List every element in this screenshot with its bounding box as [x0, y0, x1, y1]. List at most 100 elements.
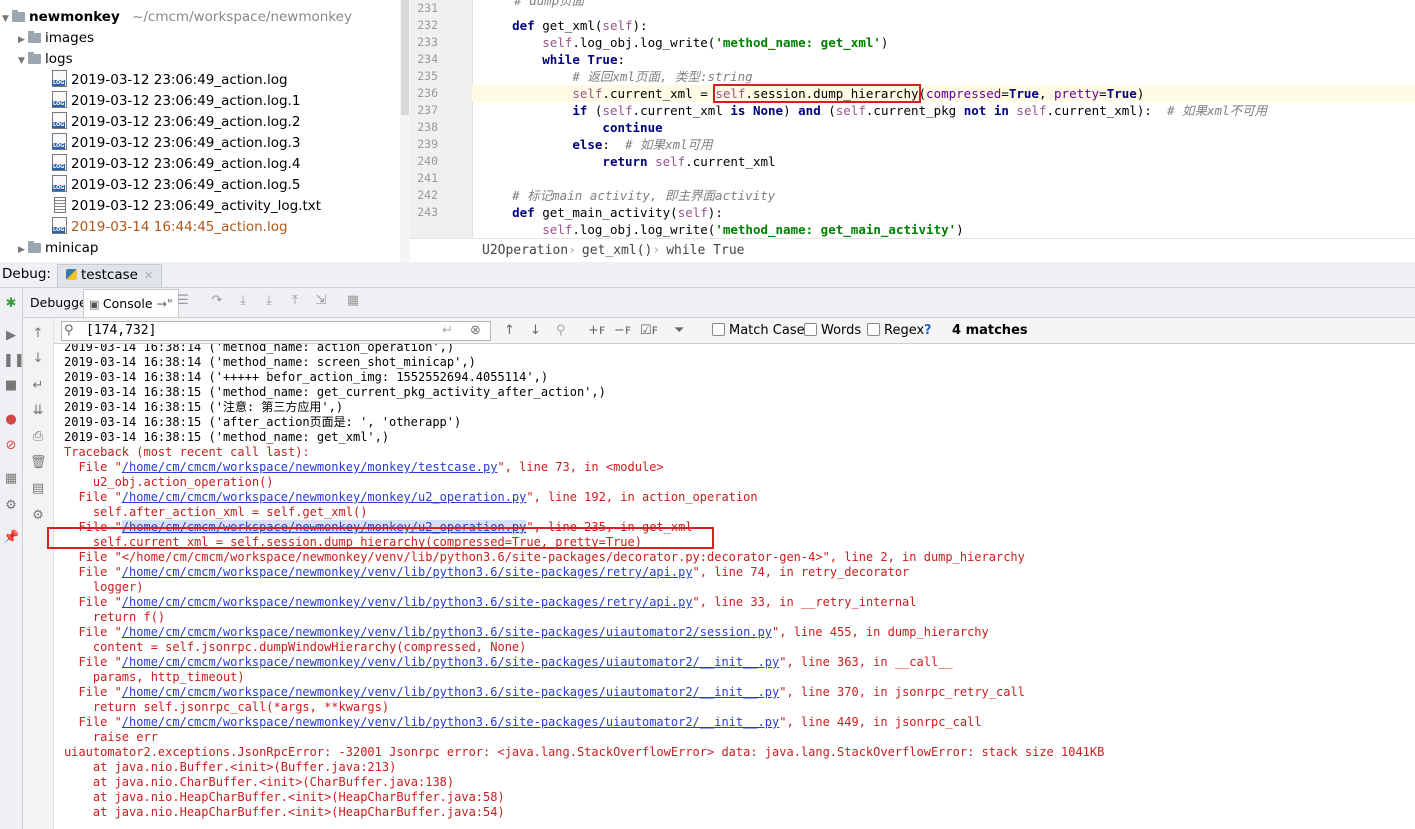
match-case-option[interactable]: Match Case — [712, 318, 805, 343]
enter-icon: ↵ — [442, 323, 453, 338]
tree-item[interactable]: ▶ minicap — [18, 238, 98, 259]
words-option[interactable]: Words — [804, 318, 861, 343]
run-to-cursor-icon[interactable]: ⇲ — [313, 293, 329, 309]
console-icon: ▣ — [89, 298, 103, 311]
file-link[interactable]: /home/cm/cmcm/workspace/newmonkey/venv/l… — [122, 715, 779, 729]
code-line-234[interactable]: while True: — [482, 51, 1415, 68]
code-line-238[interactable]: continue — [482, 119, 1415, 136]
menu-icon[interactable]: ☰ — [175, 293, 191, 309]
print-icon[interactable]: ⎙ — [30, 429, 46, 445]
next-match-icon[interactable]: ↓ — [530, 318, 541, 343]
tree-item[interactable]: ▶ images — [18, 28, 94, 49]
tree-item[interactable]: ▼ logs — [18, 49, 73, 70]
tab-console[interactable]: ▣ Console →" — [83, 289, 179, 317]
breadcrumb-block[interactable]: while True — [666, 243, 744, 258]
chevron-down-icon[interactable]: ▼ — [2, 9, 12, 30]
code-line-233[interactable]: self.log_obj.log_write('method_name: get… — [482, 34, 1415, 51]
console-line: File "</home/cm/cmcm/workspace/newmonkey… — [64, 550, 1025, 564]
tree-item-label: 2019-03-12 23:06:49_action.log.1 — [71, 93, 301, 109]
pause-icon[interactable]: ❚❚ — [3, 353, 25, 369]
chevron-right-icon[interactable]: ▶ — [18, 240, 28, 261]
console-text: File " — [64, 685, 122, 699]
find-all-icon[interactable]: ⚲ — [556, 318, 566, 343]
console-line: self.after_action_xml = self.get_xml() — [64, 505, 368, 519]
code-line-242[interactable]: # 标记main activity, 即主界面activity — [482, 187, 1415, 204]
view-breakpoints-icon[interactable]: ● — [3, 412, 19, 428]
settings-small-icon[interactable]: ⚙ — [30, 508, 46, 524]
step-over-icon[interactable]: ↷ — [209, 293, 225, 309]
code-line-239[interactable]: else: # 如果xml可用 — [482, 136, 1415, 153]
tree-item[interactable]: LOG 2019-03-12 23:06:49_action.log.1 — [52, 91, 300, 112]
code-line-243[interactable]: def get_main_activity(self): — [482, 204, 1415, 221]
tree-item[interactable]: 2019-03-12 23:06:49_activity_log.txt — [52, 196, 321, 217]
step-out-icon[interactable]: ⤒ — [287, 293, 303, 309]
highlight-box: self.session.dump_hierarchy — [713, 84, 921, 103]
chevron-down-icon[interactable]: ▼ — [18, 51, 28, 72]
step-into-my-code-icon[interactable]: ⤓ — [261, 293, 277, 309]
evaluate-icon[interactable]: ▦ — [345, 293, 361, 309]
chevron-right-icon[interactable]: ▶ — [18, 30, 28, 51]
file-link[interactable]: /home/cm/cmcm/workspace/newmonkey/venv/l… — [122, 565, 693, 579]
console-icon[interactable]: ▤ — [30, 481, 46, 497]
console-side-toolbar: ↑ ↓ ↵ ⇊ ⎙ 🗑 ▤ ⚙ — [23, 318, 54, 829]
console-line: File "/home/cm/cmcm/workspace/newmonkey/… — [64, 490, 757, 505]
close-icon[interactable]: ✕ — [144, 269, 153, 282]
previous-match-icon[interactable]: ↑ — [504, 318, 515, 343]
tree-item[interactable]: LOG 2019-03-12 23:06:49_action.log — [52, 70, 288, 91]
soft-wrap-icon[interactable]: ↵ — [30, 378, 46, 394]
tree-scrollbar[interactable] — [400, 0, 410, 262]
words-checkbox[interactable] — [804, 323, 817, 336]
breadcrumb-class[interactable]: U2Operation — [482, 243, 568, 258]
file-link[interactable]: /home/cm/cmcm/workspace/newmonkey/venv/l… — [122, 655, 779, 669]
console-output[interactable]: 2019-03-14 16:38:14 ('method_name: actio… — [54, 344, 1415, 829]
stop-icon[interactable]: ■ — [3, 378, 19, 394]
help-icon[interactable]: ? — [924, 318, 932, 343]
tab-testcase[interactable]: testcase ✕ — [57, 264, 163, 287]
code-editor[interactable]: 231 232 233 234 235 236 237 238 239 240 241 242 243 … — [410, 0, 1415, 238]
settings-icon[interactable]: ⚙ — [3, 498, 19, 514]
console-text: ", line 455, in dump_hierarchy — [772, 625, 989, 639]
clear-search-icon[interactable]: ⊗ — [470, 322, 481, 340]
code-line-232[interactable]: def get_xml(self): — [482, 17, 1415, 34]
tree-item[interactable]: LOG 2019-03-12 23:06:49_action.log.3 — [52, 133, 300, 154]
breadcrumb-method[interactable]: get_xml() — [582, 243, 652, 258]
match-case-checkbox[interactable] — [712, 323, 725, 336]
filter-icon[interactable]: ⏷ — [674, 318, 684, 343]
layout-icon[interactable]: ▦ — [3, 471, 19, 487]
console-line: logger) — [64, 580, 144, 594]
step-into-icon[interactable]: ⤓ — [235, 293, 251, 309]
mute-breakpoints-icon[interactable]: ⊘ — [3, 438, 19, 454]
file-link[interactable]: /home/cm/cmcm/workspace/newmonkey/venv/l… — [122, 685, 779, 699]
regex-option[interactable]: Regex — [867, 318, 924, 343]
up-arrow-icon[interactable]: ↑ — [30, 326, 46, 342]
rerun-debug-icon[interactable]: ✱ — [3, 296, 19, 312]
down-arrow-icon[interactable]: ↓ — [30, 351, 46, 367]
search-input[interactable]: ⚲ [174,732] ↵ ⊗ — [61, 321, 491, 341]
tree-item[interactable]: LOG 2019-03-12 23:06:49_action.log.2 — [52, 112, 300, 133]
tree-item[interactable]: LOG 2019-03-14 16:44:45_action.log — [52, 217, 288, 238]
file-link[interactable]: /home/cm/cmcm/workspace/newmonkey/monkey… — [122, 460, 498, 474]
scroll-to-end-icon[interactable]: ⇊ — [30, 403, 46, 419]
search-icon[interactable]: ⚲ — [64, 322, 74, 340]
code-line-current[interactable]: self.current_xml = self.session.dump_hie… — [472, 84, 1415, 103]
tree-root[interactable]: ▼ newmonkey ~/cmcm/workspace/newmonkey — [2, 7, 352, 28]
regex-checkbox[interactable] — [867, 323, 880, 336]
remove-selection-icon[interactable]: −ꜰ — [614, 318, 631, 343]
code-line-235[interactable]: # 返回xml页面, 类型:string — [482, 68, 1415, 85]
words-label: Words — [821, 323, 862, 338]
console-line: return f() — [64, 610, 166, 624]
tree-item[interactable]: LOG 2019-03-12 23:06:49_action.log.5 — [52, 175, 300, 196]
pin-icon[interactable]: 📌 — [3, 530, 19, 546]
code-line-244[interactable]: self.log_obj.log_write('method_name: get… — [482, 221, 1415, 238]
code-line-240[interactable]: return self.current_xml — [482, 153, 1415, 170]
file-link[interactable]: /home/cm/cmcm/workspace/newmonkey/venv/l… — [122, 595, 693, 609]
trash-icon[interactable]: 🗑 — [30, 455, 47, 471]
tree-scroll-thumb[interactable] — [401, 0, 409, 115]
file-link[interactable]: /home/cm/cmcm/workspace/newmonkey/venv/l… — [122, 625, 772, 639]
tree-item[interactable]: LOG 2019-03-12 23:06:49_action.log.4 — [52, 154, 300, 175]
code-line-237[interactable]: if (self.current_xml is None) and (self.… — [482, 102, 1415, 119]
resume-icon[interactable]: ▶ — [3, 328, 19, 344]
add-selection-icon[interactable]: +ꜰ — [588, 318, 605, 343]
select-all-icon[interactable]: ☑ꜰ — [640, 318, 658, 343]
file-link[interactable]: /home/cm/cmcm/workspace/newmonkey/monkey… — [122, 490, 527, 504]
